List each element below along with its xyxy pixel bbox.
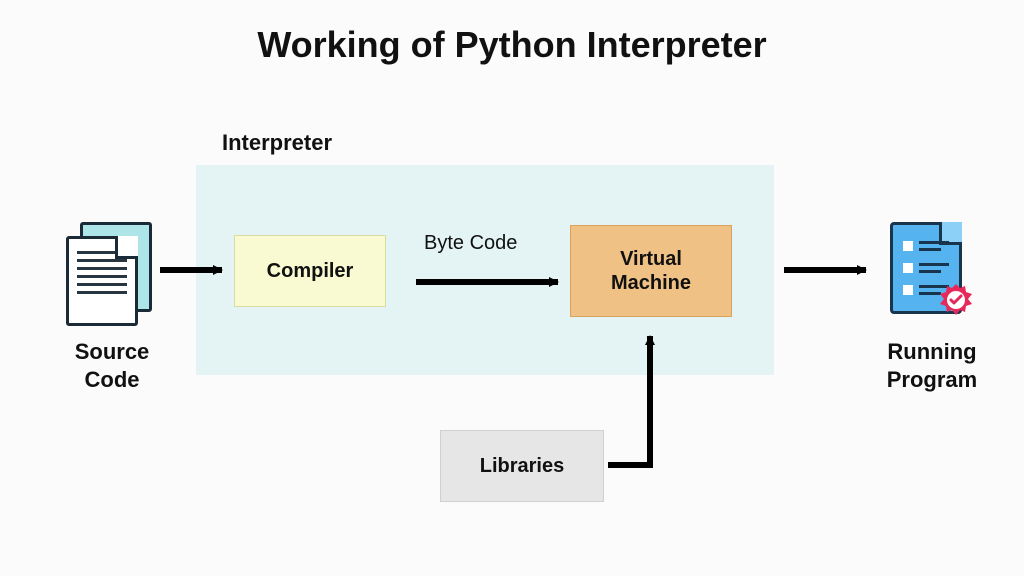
compiler-label: Compiler (267, 260, 354, 283)
libraries-node: Libraries (440, 430, 604, 502)
source-code-label: Source Code (52, 338, 172, 393)
diagram-stage: Working of Python Interpreter Interprete… (0, 0, 1024, 576)
clipboard-check-icon (880, 222, 980, 322)
running-program-label: Running Program (862, 338, 1002, 393)
byte-code-label: Byte Code (424, 232, 517, 255)
libraries-label: Libraries (480, 455, 564, 478)
vm-label: Virtual Machine (611, 247, 691, 295)
interpreter-label: Interpreter (222, 130, 332, 156)
virtual-machine-node: Virtual Machine (570, 225, 732, 317)
documents-icon (60, 222, 160, 322)
compiler-node: Compiler (234, 235, 386, 307)
diagram-title: Working of Python Interpreter (0, 24, 1024, 66)
